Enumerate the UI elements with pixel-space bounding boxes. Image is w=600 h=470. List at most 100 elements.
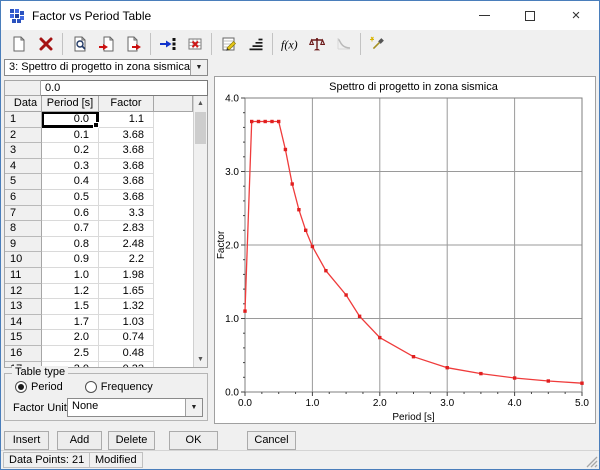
row-header[interactable]: 9 [5, 237, 42, 253]
cell-editor-input[interactable]: 0.0 [41, 80, 208, 96]
period-cell[interactable]: 0.3 [42, 159, 99, 175]
period-cell[interactable]: 0.2 [42, 143, 99, 159]
factor-cell[interactable]: 2.83 [99, 221, 154, 237]
factor-cell[interactable]: 3.68 [99, 174, 154, 190]
import-button[interactable] [93, 32, 120, 56]
row-header[interactable]: 12 [5, 284, 42, 300]
factor-cell[interactable]: 3.3 [99, 206, 154, 222]
row-header[interactable]: 13 [5, 299, 42, 315]
period-cell[interactable]: 0.6 [42, 206, 99, 222]
tools-button[interactable] [364, 32, 391, 56]
scroll-down-button[interactable]: ▼ [194, 352, 207, 367]
export-button[interactable] [120, 32, 147, 56]
row-header[interactable]: 7 [5, 206, 42, 222]
series-selector[interactable]: 3: Spettro di progetto in zona sismica ▼ [4, 59, 208, 76]
factor-cell[interactable]: 1.98 [99, 268, 154, 284]
period-cell[interactable]: 2.5 [42, 346, 99, 362]
table-row: 100.92.2 [5, 252, 193, 268]
factor-cell[interactable]: 0.48 [99, 346, 154, 362]
period-cell[interactable]: 0.5 [42, 190, 99, 206]
filler-cell [154, 143, 193, 159]
sort-button[interactable] [242, 32, 269, 56]
row-header[interactable]: 4 [5, 159, 42, 175]
row-header[interactable]: 11 [5, 268, 42, 284]
column-header-period[interactable]: Period [s] [42, 96, 99, 112]
row-header[interactable]: 1 [5, 112, 42, 128]
column-header-data[interactable]: Data [5, 96, 42, 112]
factor-cell[interactable]: 1.1 [99, 112, 154, 128]
factor-cell[interactable]: 3.68 [99, 143, 154, 159]
curve-button[interactable] [330, 32, 357, 56]
row-header[interactable]: 15 [5, 330, 42, 346]
filler-cell [154, 206, 193, 222]
period-cell[interactable]: 1.2 [42, 284, 99, 300]
period-cell[interactable]: 1.0 [42, 268, 99, 284]
scroll-up-button[interactable]: ▲ [194, 96, 207, 111]
column-header-factor[interactable]: Factor [99, 96, 154, 112]
svg-text:2.0: 2.0 [225, 241, 239, 252]
period-cell[interactable]: 0.8 [42, 237, 99, 253]
filler-cell [154, 315, 193, 331]
factor-cell[interactable]: 1.32 [99, 299, 154, 315]
ok-button[interactable]: OK [169, 431, 218, 450]
row-header[interactable]: 16 [5, 346, 42, 362]
row-header[interactable]: 10 [5, 252, 42, 268]
new-table-button[interactable] [5, 32, 32, 56]
insert-button[interactable]: Insert [4, 431, 49, 450]
chart-svg: 0.01.02.03.04.05.00.01.02.03.04.0Spettro… [215, 77, 595, 423]
factor-cell[interactable]: 1.03 [99, 315, 154, 331]
factor-unit-dropdown-button[interactable]: ▼ [185, 399, 202, 416]
series-selector-dropdown-button[interactable]: ▼ [190, 60, 207, 75]
insert-row-button[interactable] [154, 32, 181, 56]
factor-cell[interactable]: 0.33 [99, 362, 154, 368]
period-cell[interactable]: 0.4 [42, 174, 99, 190]
cancel-button[interactable]: Cancel [247, 431, 296, 450]
radio-period[interactable]: Period [15, 381, 63, 393]
radio-frequency[interactable]: Frequency [85, 381, 153, 393]
row-header[interactable]: 3 [5, 143, 42, 159]
row-header[interactable]: 2 [5, 128, 42, 144]
window-title: Factor vs Period Table [32, 9, 151, 23]
table-row: 152.00.74 [5, 330, 193, 346]
period-cell[interactable]: 0.9 [42, 252, 99, 268]
delete-row-button[interactable] [181, 32, 208, 56]
period-cell[interactable]: 0.0 [42, 112, 99, 128]
select-all-corner[interactable] [4, 80, 41, 96]
preview-button[interactable] [66, 32, 93, 56]
factor-cell[interactable]: 3.68 [99, 128, 154, 144]
table-row: 80.72.83 [5, 221, 193, 237]
period-cell[interactable]: 1.7 [42, 315, 99, 331]
edit-table-button[interactable] [215, 32, 242, 56]
period-cell[interactable]: 0.7 [42, 221, 99, 237]
delete-button[interactable]: Delete [108, 431, 155, 450]
maximize-button[interactable] [507, 1, 553, 30]
formula-button[interactable]: f(x) [276, 32, 303, 56]
import-icon [99, 36, 115, 52]
factor-cell[interactable]: 3.68 [99, 190, 154, 206]
row-header[interactable]: 5 [5, 174, 42, 190]
row-header[interactable]: 8 [5, 221, 42, 237]
period-cell[interactable]: 1.5 [42, 299, 99, 315]
period-cell[interactable]: 0.1 [42, 128, 99, 144]
factor-unit-select[interactable]: None ▼ [67, 398, 203, 417]
delete-button-toolbar[interactable] [32, 32, 59, 56]
factor-cell[interactable]: 2.2 [99, 252, 154, 268]
factor-cell[interactable]: 2.48 [99, 237, 154, 253]
scroll-thumb[interactable] [195, 112, 206, 144]
minimize-button[interactable] [461, 1, 507, 30]
factor-cell[interactable]: 0.74 [99, 330, 154, 346]
radio-frequency-icon [85, 381, 97, 393]
scale-button[interactable] [303, 32, 330, 56]
add-button[interactable]: Add [57, 431, 102, 450]
row-header[interactable]: 6 [5, 190, 42, 206]
period-cell[interactable]: 2.0 [42, 330, 99, 346]
filler-cell [154, 174, 193, 190]
filler-cell [154, 190, 193, 206]
close-button[interactable]: × [553, 1, 599, 30]
row-header[interactable]: 14 [5, 315, 42, 331]
insert-row-icon [160, 36, 176, 52]
resize-grip[interactable] [585, 455, 598, 468]
factor-cell[interactable]: 1.65 [99, 284, 154, 300]
factor-cell[interactable]: 3.68 [99, 159, 154, 175]
vertical-scrollbar[interactable]: ▲ ▼ [193, 96, 207, 367]
